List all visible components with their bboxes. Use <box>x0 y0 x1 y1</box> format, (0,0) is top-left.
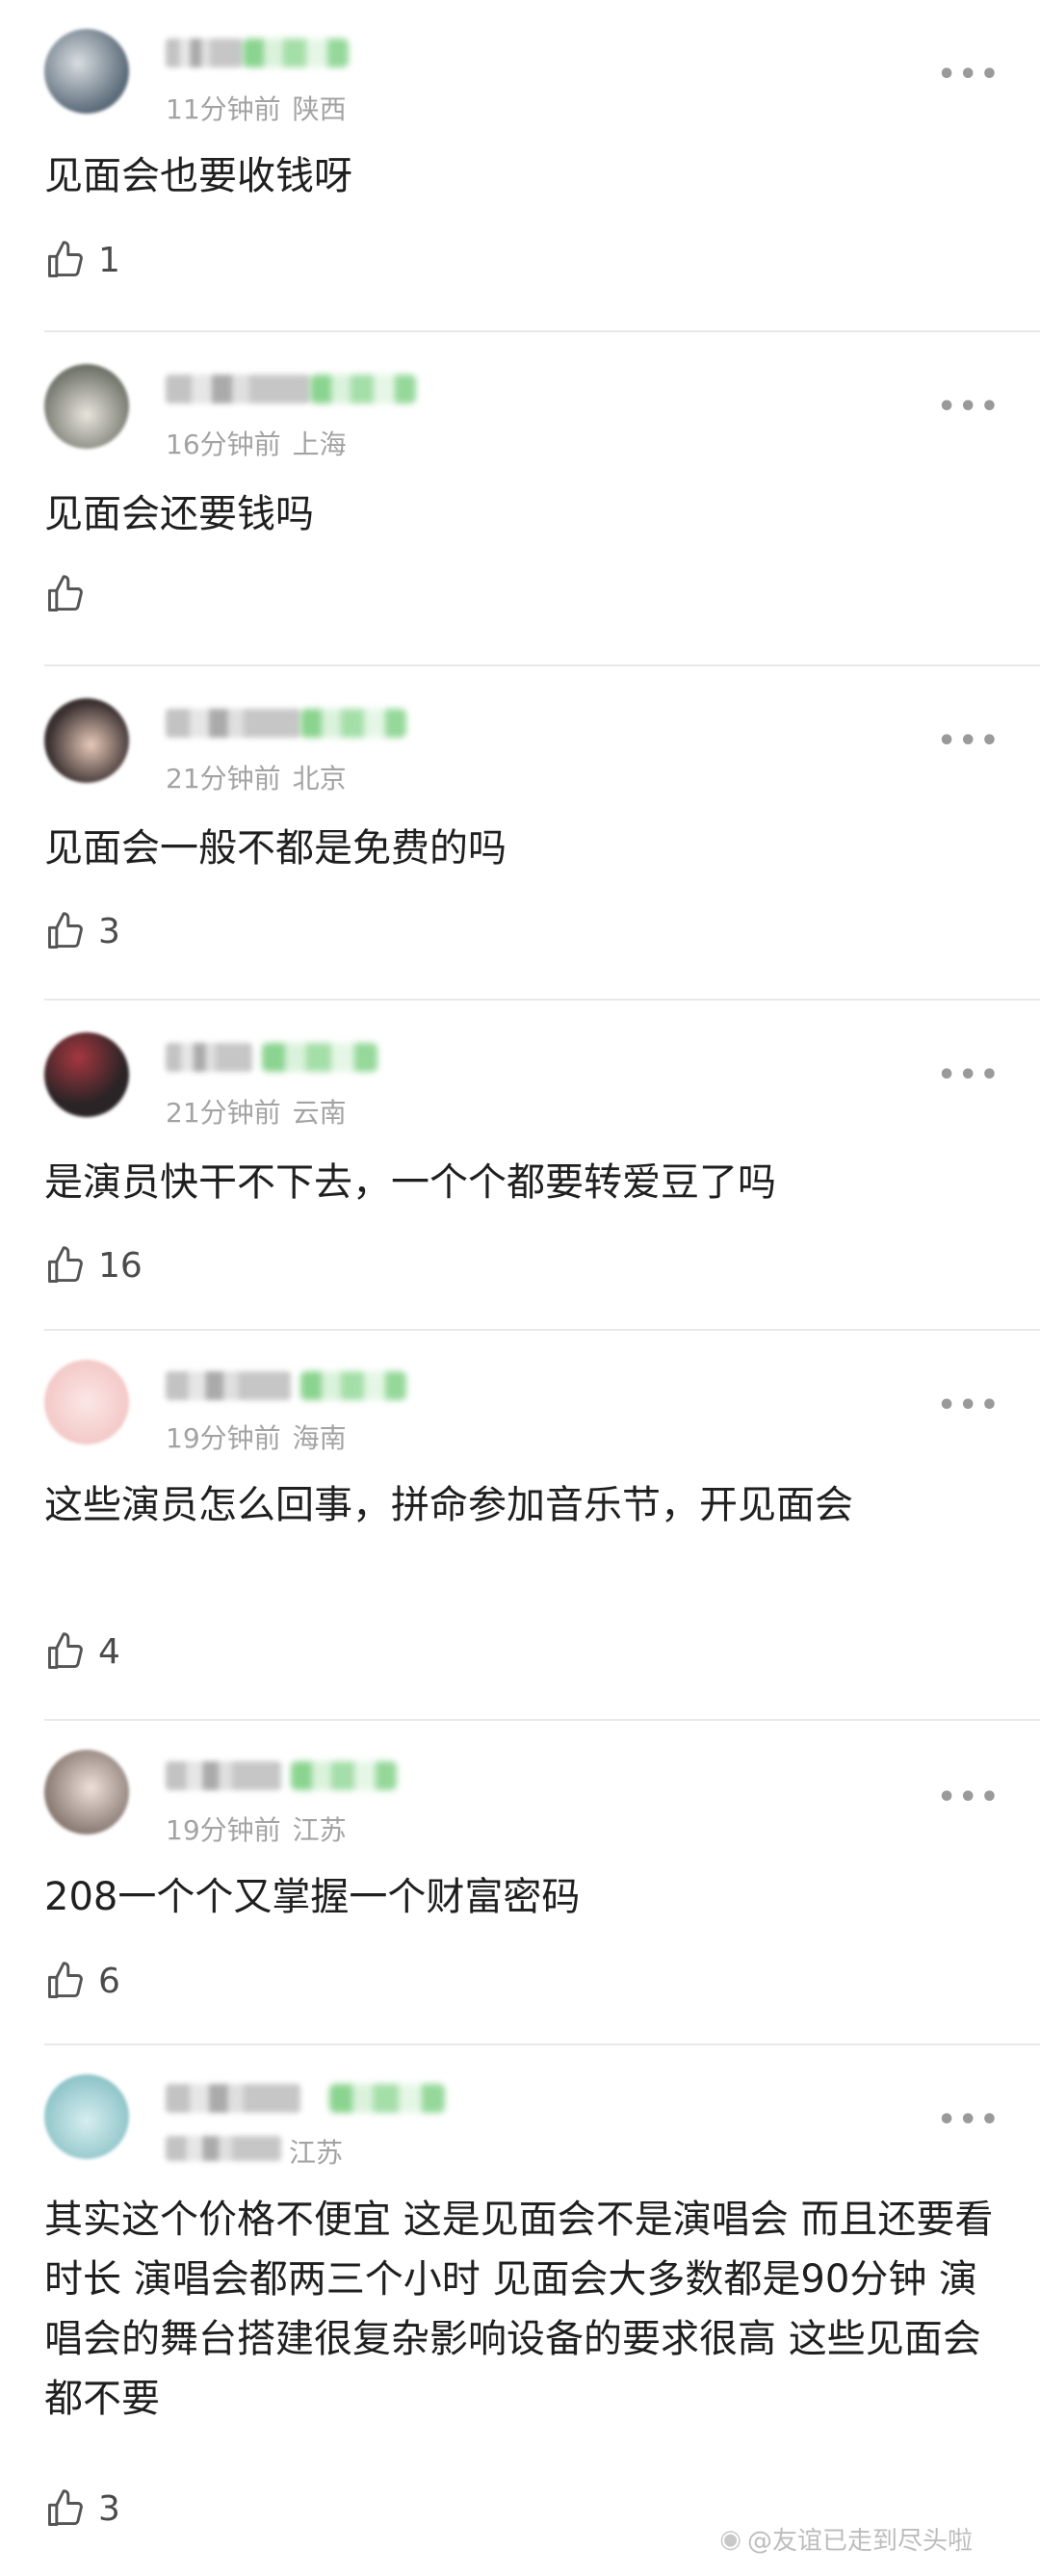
username-blurred[interactable] <box>166 39 243 67</box>
comment-meta: 19分钟前 海南 <box>166 1418 347 1456</box>
comment-item: 21分钟前 云南 ••• 是演员快干不下去，一个个都要转爱豆了吗 16 <box>0 1001 1040 1338</box>
comment-time: 21分钟前 <box>166 763 281 794</box>
comment-location: 云南 <box>292 1097 347 1129</box>
username-blurred[interactable] <box>166 1371 291 1400</box>
like-count: 4 <box>98 1631 120 1672</box>
comment-item: 11分钟前 陕西 ••• 见面会也要收钱呀 1 <box>0 0 1040 332</box>
comment-text: 这些演员怎么回事，拼命参加音乐节，开见面会 <box>44 1483 853 1527</box>
avatar[interactable] <box>44 29 129 114</box>
thumbs-up-icon <box>48 1962 83 1998</box>
like-button[interactable]: 6 <box>44 1957 120 2005</box>
comment-text: 其实这个价格不便宜 这是见面会不是演唱会 而且还要看时长 演唱会都两三个小时 见… <box>44 2198 994 2421</box>
more-dots-icon[interactable]: ••• <box>937 1389 1001 1422</box>
avatar[interactable] <box>44 1750 129 1834</box>
comment-text: 208一个个又掌握一个财富密码 <box>44 1875 581 1919</box>
thumbs-up-icon <box>48 1632 83 1669</box>
like-button[interactable]: 4 <box>44 1627 120 1676</box>
username-blurred[interactable] <box>166 1043 252 1072</box>
more-dots-icon[interactable]: ••• <box>937 390 1001 424</box>
timestamp-blurred <box>166 2136 281 2161</box>
comment-meta: 19分钟前 江苏 <box>166 1809 347 1848</box>
watermark: ◉ @友谊已走到尽头啦 <box>719 2521 973 2557</box>
user-badge-blurred <box>243 39 349 67</box>
comment-location: 上海 <box>292 429 347 460</box>
like-button[interactable]: 16 <box>44 1241 143 1289</box>
username-blurred[interactable] <box>166 2084 300 2113</box>
like-button[interactable] <box>44 570 98 618</box>
comment-meta: 11分钟前 陕西 <box>166 89 347 127</box>
comment-item: 19分钟前 江苏 ••• 208一个个又掌握一个财富密码 6 <box>0 1721 1040 2053</box>
more-dots-icon[interactable]: ••• <box>937 58 1001 91</box>
more-dots-icon[interactable]: ••• <box>937 1781 1001 1814</box>
like-button[interactable]: 3 <box>44 907 120 955</box>
comment-location: 江苏 <box>292 1814 347 1846</box>
thumbs-up-icon <box>48 2489 83 2526</box>
avatar[interactable] <box>44 1032 129 1117</box>
like-count: 16 <box>98 1245 143 1286</box>
user-badge-blurred <box>300 709 406 738</box>
comment-time: 16分钟前 <box>166 429 281 460</box>
thumbs-up-icon <box>48 912 83 949</box>
avatar[interactable] <box>44 364 129 449</box>
comment-text: 见面会一般不都是免费的吗 <box>44 826 507 871</box>
avatar[interactable] <box>44 1360 129 1444</box>
comment-meta: 21分钟前 云南 <box>166 1092 347 1131</box>
comment-location: 北京 <box>292 763 347 794</box>
comment-text: 见面会也要收钱呀 <box>44 154 352 198</box>
comment-item: 江苏 ••• 其实这个价格不便宜 这是见面会不是演唱会 而且还要看时长 演唱会都… <box>0 2045 1040 2576</box>
like-count: 3 <box>98 2488 120 2529</box>
like-count: 6 <box>98 1961 120 2001</box>
username-blurred[interactable] <box>166 709 300 738</box>
comment-item: 16分钟前 上海 ••• 见面会还要钱吗 <box>0 332 1040 664</box>
comment-location: 海南 <box>292 1422 347 1454</box>
comment-location: 陕西 <box>292 93 347 125</box>
avatar[interactable] <box>44 2074 129 2159</box>
username-blurred[interactable] <box>166 1761 281 1790</box>
username-blurred[interactable] <box>166 375 310 403</box>
thumbs-up-icon <box>48 1246 83 1283</box>
avatar[interactable] <box>44 698 129 783</box>
like-count: 3 <box>98 911 120 951</box>
comment-time: 21分钟前 <box>166 1097 281 1129</box>
comment-text: 见面会还要钱吗 <box>44 492 314 536</box>
user-badge-blurred <box>291 1761 397 1790</box>
like-count: 1 <box>98 240 120 280</box>
comment-item: 21分钟前 北京 ••• 见面会一般不都是免费的吗 3 <box>0 666 1040 999</box>
like-button[interactable]: 3 <box>44 2485 120 2533</box>
comment-meta: 江苏 <box>281 2132 343 2171</box>
user-badge-blurred <box>262 1043 377 1072</box>
weibo-icon: ◉ <box>719 2524 741 2554</box>
comment-time: 11分钟前 <box>166 93 281 125</box>
user-badge-blurred <box>310 375 416 403</box>
like-button[interactable]: 1 <box>44 236 120 284</box>
more-dots-icon[interactable]: ••• <box>937 1058 1001 1092</box>
user-badge-blurred <box>300 1371 406 1400</box>
thumbs-up-icon <box>48 241 83 277</box>
comment-item: 19分钟前 海南 ••• 这些演员怎么回事，拼命参加音乐节，开见面会 4 <box>0 1331 1040 1730</box>
comment-time: 19分钟前 <box>166 1814 281 1846</box>
comment-time: 19分钟前 <box>166 1422 281 1454</box>
comment-location: 江苏 <box>289 2137 344 2169</box>
thumbs-up-icon <box>48 575 83 611</box>
more-dots-icon[interactable]: ••• <box>937 2103 1001 2137</box>
comment-text: 是演员快干不下去，一个个都要转爱豆了吗 <box>44 1160 776 1205</box>
watermark-text: @友谊已走到尽头啦 <box>746 2527 973 2556</box>
user-badge-blurred <box>329 2084 445 2113</box>
more-dots-icon[interactable]: ••• <box>937 724 1001 758</box>
comment-meta: 21分钟前 北京 <box>166 758 347 796</box>
comment-meta: 16分钟前 上海 <box>166 424 347 462</box>
